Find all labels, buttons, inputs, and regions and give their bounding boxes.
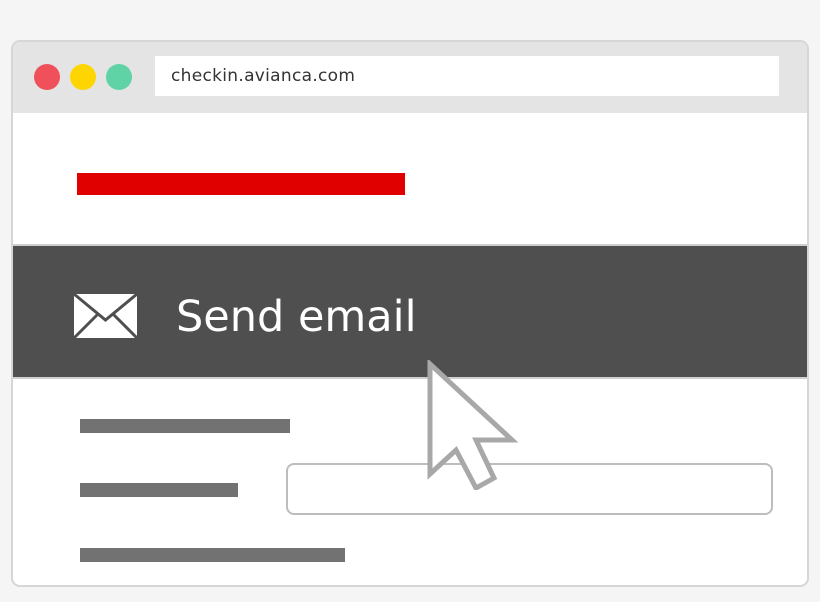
address-bar[interactable]: checkin.avianca.com	[155, 56, 779, 96]
send-email-button[interactable]: Send email	[13, 244, 807, 377]
browser-window: checkin.avianca.com Send email	[11, 40, 809, 587]
maximize-window-button[interactable]	[106, 64, 132, 90]
browser-titlebar: checkin.avianca.com	[13, 42, 807, 113]
mouse-pointer-icon	[427, 360, 518, 490]
page-header-bar	[77, 173, 405, 195]
send-email-label: Send email	[176, 292, 417, 342]
email-input[interactable]	[286, 463, 773, 515]
divider	[13, 377, 807, 379]
placeholder-text-line	[80, 548, 345, 562]
placeholder-text-line	[80, 483, 238, 497]
close-window-button[interactable]	[34, 64, 60, 90]
mail-icon	[72, 292, 139, 340]
placeholder-text-line	[80, 419, 290, 433]
minimize-window-button[interactable]	[70, 64, 96, 90]
